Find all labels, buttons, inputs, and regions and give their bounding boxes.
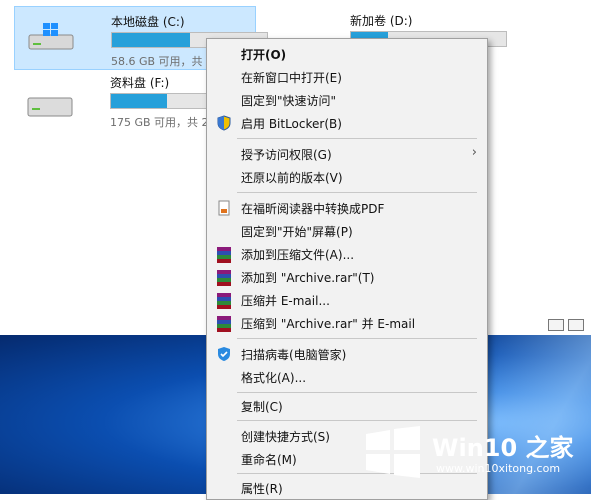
watermark-brand: Win10 之家 (432, 434, 574, 462)
winrar-icon (216, 315, 232, 332)
menu-scan-virus[interactable]: 扫描病毒(电脑管家) (207, 343, 487, 365)
drive-f-space: 175 GB 可用，共 27 (110, 116, 216, 129)
menu-separator (237, 338, 477, 339)
drive-c-name: 本地磁盘 (C:) (111, 15, 185, 29)
menu-format[interactable]: 格式化(A)... (207, 366, 487, 388)
menu-copy[interactable]: 复制(C) (207, 395, 487, 417)
menu-compress-rar-email[interactable]: 压缩到 "Archive.rar" 并 E-mail (207, 312, 487, 334)
hard-drive-icon (27, 97, 73, 117)
menu-grant-access[interactable]: 授予访问权限(G) › (207, 143, 487, 165)
shield-icon (217, 115, 231, 131)
security-shield-icon (218, 347, 230, 361)
view-toggle[interactable] (548, 319, 588, 333)
winrar-icon (216, 292, 232, 309)
menu-pin-start[interactable]: 固定到"开始"屏幕(P) (207, 220, 487, 242)
windows-logo-icon (366, 426, 420, 478)
menu-bitlocker[interactable]: 启用 BitLocker(B) (207, 112, 487, 134)
menu-foxit-pdf[interactable]: 在福昕阅读器中转换成PDF (207, 197, 487, 219)
menu-separator (237, 192, 477, 193)
menu-open[interactable]: 打开(O) (207, 43, 487, 65)
drive-f-name: 资料盘 (F:) (110, 76, 170, 90)
win10-watermark: Win10 之家 www.win10xitong.com (356, 420, 586, 490)
menu-pin-quick-access[interactable]: 固定到"快速访问" (207, 89, 487, 111)
menu-open-new-window[interactable]: 在新窗口中打开(E) (207, 66, 487, 88)
watermark-url: www.win10xitong.com (436, 462, 561, 475)
menu-add-to-rar[interactable]: 添加到 "Archive.rar"(T) (207, 266, 487, 288)
winrar-icon (216, 246, 232, 263)
drive-d-name: 新加卷 (D:) (350, 14, 413, 28)
menu-add-archive[interactable]: 添加到压缩文件(A)... (207, 243, 487, 265)
large-icons-view-icon[interactable] (568, 319, 584, 331)
pdf-convert-icon (218, 200, 230, 216)
drive-c-space: 58.6 GB 可用，共 1 (111, 55, 214, 68)
menu-restore-versions[interactable]: 还原以前的版本(V) (207, 166, 487, 188)
winrar-icon (216, 269, 232, 286)
details-view-icon[interactable] (548, 319, 564, 331)
windows-drive-icon (28, 23, 74, 50)
menu-compress-email[interactable]: 压缩并 E-mail... (207, 289, 487, 311)
menu-separator (237, 392, 477, 393)
chevron-right-icon: › (471, 145, 477, 160)
menu-separator (237, 138, 477, 139)
